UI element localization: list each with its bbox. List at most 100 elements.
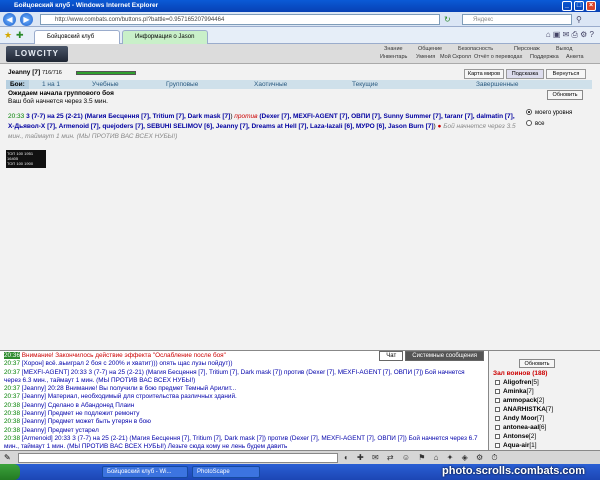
tab-current[interactable]: Текущие xyxy=(352,80,378,89)
user-list-item[interactable]: ANARHISTKA[7] xyxy=(495,406,553,413)
chat-input[interactable] xyxy=(18,453,338,463)
task-ie[interactable]: Бойцовский клуб - Wi... xyxy=(102,466,188,478)
menu-item-profile[interactable]: Анкета xyxy=(566,54,584,60)
url-field[interactable]: http://www.combats.com/buttons.pl?battle… xyxy=(40,14,440,25)
private-icon[interactable] xyxy=(495,424,500,430)
wait-title: Ожидаем начала группового боя xyxy=(8,90,114,97)
tab-chaotic[interactable]: Хаотичные xyxy=(254,80,287,89)
private-icon[interactable] xyxy=(495,442,500,448)
radio-icon[interactable] xyxy=(526,109,532,116)
user-list-item[interactable]: Andy Moor[7] xyxy=(495,415,544,422)
refresh-button[interactable]: Обновить xyxy=(547,90,583,100)
back-button[interactable]: Вернуться xyxy=(546,69,586,79)
tab-one-on-one[interactable]: 1 на 1 xyxy=(42,80,60,89)
chat-time[interactable]: 20:38 xyxy=(4,427,20,434)
battle-entry: 20:33 3 (7-7) на 25 (2-21) (Магия Бесцен… xyxy=(8,113,516,140)
task-photoscape[interactable]: PhotoScape xyxy=(192,466,260,478)
chat-time[interactable]: 20:37 xyxy=(4,385,20,392)
user-list-item[interactable]: Aqua-air[1] xyxy=(495,442,537,449)
private-icon[interactable] xyxy=(495,397,500,403)
chat-time[interactable]: 20:38 xyxy=(4,410,20,417)
add-favorites-icon[interactable]: ✚ xyxy=(16,30,24,41)
tab-jason-burn-info[interactable]: Информация о Jason Burn xyxy=(122,30,208,53)
favorites-icon[interactable]: ★ xyxy=(4,30,12,41)
search-input[interactable]: Яндекс xyxy=(462,14,572,25)
user-name[interactable]: Aminka xyxy=(503,388,526,395)
chat-line: 20:38 [Jeanny] Сделано в Абандонед Плаин xyxy=(4,402,482,410)
menu-item-communication[interactable]: Общение xyxy=(418,46,442,52)
chat-time[interactable]: 20:37 xyxy=(4,393,20,400)
character-level: [7] xyxy=(32,69,41,76)
room-refresh-button[interactable]: Обновить xyxy=(519,359,555,368)
user-list-item[interactable]: Antonse[2] xyxy=(495,433,536,440)
filter-my-level[interactable]: моего уровня xyxy=(526,108,572,119)
menu-item-exit[interactable]: Выход xyxy=(556,46,572,52)
private-icon[interactable] xyxy=(495,433,500,439)
search-icon[interactable]: ⚲ xyxy=(576,15,582,24)
chat-icon[interactable]: ✎ xyxy=(4,453,11,462)
chat-time[interactable]: 20:37 xyxy=(4,360,20,367)
menu-item-inventory[interactable]: Инвентарь xyxy=(380,54,407,60)
tab-training[interactable]: Учебные xyxy=(92,80,119,89)
user-name[interactable]: ANARHISTKA xyxy=(503,406,546,413)
user-name[interactable]: Andy Moor xyxy=(503,415,537,422)
tab-group[interactable]: Групповые xyxy=(166,80,198,89)
chat-line: 20:37 [Хорон] всё..выиграл 2 боя с 200% … xyxy=(4,360,482,368)
close-button[interactable]: × xyxy=(586,1,596,11)
character-info: Jeanny [7] 716/716 xyxy=(8,69,62,76)
user-level: [7] xyxy=(526,388,534,395)
user-list-item[interactable]: ammopack[2] xyxy=(495,397,544,404)
menu-item-my-scroll[interactable]: Мой Скролл xyxy=(440,54,471,60)
chat-line: 20:37 [Jeanny] Материал, необходимый для… xyxy=(4,393,482,401)
character-name[interactable]: Jeanny xyxy=(8,69,30,76)
filter-all[interactable]: все xyxy=(526,119,572,130)
forward-icon[interactable]: ▶ xyxy=(20,13,33,26)
user-list-item[interactable]: Aminka[7] xyxy=(495,388,534,395)
menu-item-transfers-report[interactable]: Отчёт о переводах xyxy=(474,54,522,60)
menu-item-knowledge[interactable]: Знание xyxy=(384,46,403,52)
menu-item-skills[interactable]: Умения xyxy=(416,54,435,60)
menu-item-support[interactable]: Поддержка xyxy=(530,54,559,60)
menu-item-character[interactable]: Персонаж xyxy=(514,46,540,52)
level-filter: моего уровня все xyxy=(526,108,572,130)
chat-message: [Jeanny] Предмет не подлежит ремонту xyxy=(21,410,140,418)
tab-finished[interactable]: Завершенные xyxy=(476,80,518,89)
user-list-item[interactable]: antonea-aal[6] xyxy=(495,424,546,431)
toolbar-icons[interactable]: ⌂ ▣ ✉ ⎙ ⚙ ? xyxy=(546,30,594,40)
go-icon[interactable]: ↻ xyxy=(444,15,451,24)
back-icon[interactable]: ◀ xyxy=(3,13,16,26)
chat-message: [Jeanny] Материал, необходимый для строи… xyxy=(21,393,237,401)
user-name[interactable]: antonea-aal xyxy=(503,424,539,431)
private-icon[interactable] xyxy=(495,388,500,394)
user-name[interactable]: Aqua-air xyxy=(503,442,529,449)
chat-time[interactable]: 20:38 xyxy=(4,402,20,409)
chat-toolbar-icons[interactable]: ◐ ✚ ✉ ⇄ ☺ ⚑ ⌂ ✦ ◈ ⚙ ⏱ xyxy=(344,453,501,463)
tab-fight-club[interactable]: Бойцовский клуб xyxy=(34,30,120,44)
start-button[interactable] xyxy=(0,464,20,480)
hint-button[interactable]: Подсказка xyxy=(506,69,544,79)
user-name[interactable]: ammopack xyxy=(503,397,537,404)
minimize-button[interactable]: _ xyxy=(562,1,572,11)
private-icon[interactable] xyxy=(495,379,500,385)
private-icon[interactable] xyxy=(495,415,500,421)
battle-team-1[interactable]: (Магия Бесцення [7], Tritium [7], Dark m… xyxy=(85,113,231,120)
chat-time[interactable]: 20:36 xyxy=(4,352,20,359)
maximize-button[interactable]: □ xyxy=(574,1,584,11)
chat-time[interactable]: 20:37 xyxy=(4,369,20,376)
chat-message: [Armenoid] 20:33 3 (7-7) на 25 (2-21) (М… xyxy=(4,434,478,451)
tab-chat[interactable]: Чат xyxy=(379,351,404,361)
user-name[interactable]: Aligofren xyxy=(503,379,532,386)
user-level: [2] xyxy=(529,433,537,440)
tab-system-messages[interactable]: Системные сообщения xyxy=(405,351,484,361)
user-name[interactable]: Antonse xyxy=(503,433,529,440)
menu-item-security[interactable]: Безопасность xyxy=(458,46,493,52)
user-list-item[interactable]: Aligofren[5] xyxy=(495,379,539,386)
world-map-button[interactable]: Карта миров xyxy=(464,69,504,79)
chat-time[interactable]: 20:38 xyxy=(4,418,20,425)
chat-log: 20:36 Внимание! Закончилось действие эфф… xyxy=(4,352,482,460)
counter-banner[interactable]: ТОП 100 1951 16405 ТОП 100 1900 xyxy=(6,150,46,168)
radio-icon[interactable] xyxy=(526,120,532,127)
chat-time[interactable]: 20:38 xyxy=(4,435,20,442)
room-users-panel: Обновить Зал воинов (188) Aligofren[5] Am… xyxy=(488,350,600,450)
private-icon[interactable] xyxy=(495,406,500,412)
